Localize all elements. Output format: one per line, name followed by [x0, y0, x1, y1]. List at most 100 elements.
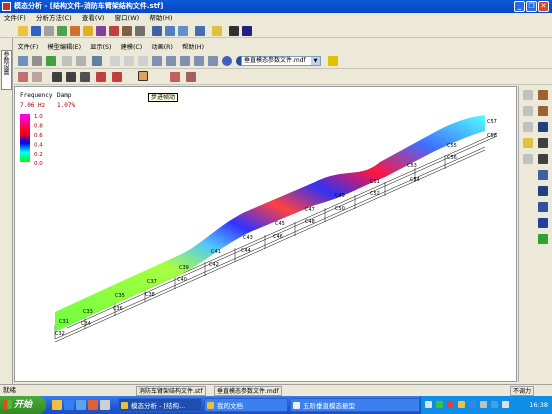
quicklaunch-app-icon[interactable]	[100, 400, 110, 410]
structure-icon[interactable]	[57, 26, 67, 36]
chart-icon[interactable]	[83, 26, 93, 36]
tray-icon[interactable]	[480, 401, 487, 408]
parameter-settings-tab[interactable]: 参数设置	[1, 50, 12, 90]
mesh-icon[interactable]	[70, 26, 80, 36]
child-menu-file[interactable]: 文件(F)	[14, 43, 42, 53]
bar-chart-icon[interactable]	[109, 26, 119, 36]
menu-view[interactable]: 查看(V)	[78, 13, 109, 24]
mode-shape-icon[interactable]	[112, 72, 122, 82]
zoom-window-icon[interactable]	[208, 56, 218, 66]
cup-icon[interactable]	[122, 26, 132, 36]
plus-tool-icon[interactable]	[523, 106, 533, 116]
dimension-tool-icon[interactable]	[538, 218, 548, 228]
tray-icon[interactable]	[469, 401, 476, 408]
minimize-button[interactable]: _	[514, 1, 525, 12]
zoom-out-icon[interactable]	[180, 56, 190, 66]
print-model-icon[interactable]	[32, 56, 42, 66]
node-tool-icon[interactable]	[538, 90, 548, 100]
close-button[interactable]: ✕	[538, 1, 549, 12]
start-button[interactable]: 开始	[0, 396, 46, 414]
chevron-down-icon[interactable]: ▼	[311, 57, 320, 65]
select-icon[interactable]	[46, 56, 56, 66]
rewind-icon[interactable]	[52, 72, 62, 82]
truss-tool-icon[interactable]	[538, 122, 548, 132]
deform-icon[interactable]	[170, 72, 180, 82]
save-icon[interactable]	[31, 26, 41, 36]
help-icon[interactable]	[242, 26, 252, 36]
paste-icon[interactable]	[138, 56, 148, 66]
restore-button[interactable]: ❐	[526, 1, 537, 12]
quicklaunch-explorer-icon[interactable]	[52, 400, 62, 410]
tray-icon[interactable]	[436, 401, 443, 408]
status-bar: 就绪 消防车臂架结构文件.stf 垂直模态参数文件.mdf 不调力	[0, 384, 552, 396]
support-tool-icon[interactable]	[538, 154, 548, 164]
cascade-icon[interactable]	[195, 26, 205, 36]
node-label: C54	[410, 177, 420, 183]
child-menu-animation[interactable]: 动画(R)	[148, 43, 177, 53]
title-bar[interactable]: 模态分析 - [结构文件-消防车臂架结构文件.stf] _ ❐ ✕	[0, 0, 552, 13]
quicklaunch-media-icon[interactable]	[88, 400, 98, 410]
properties-icon[interactable]	[328, 56, 338, 66]
modal-view-canvas[interactable]: Frequency Damp 7.06 Hz 1.07% 1.0 0.8 0.6…	[14, 86, 517, 382]
step-frame-icon[interactable]	[138, 71, 148, 81]
rotate-tool-icon[interactable]	[523, 138, 533, 148]
tile-vertical-icon[interactable]	[165, 26, 175, 36]
task-my-documents[interactable]: 我的文档	[204, 398, 288, 412]
grid-tool-icon[interactable]	[523, 154, 533, 164]
triangle-tool-icon[interactable]	[538, 234, 548, 244]
binoculars-icon[interactable]	[229, 26, 239, 36]
copy-icon[interactable]	[124, 56, 134, 66]
task-modal-analysis[interactable]: 模态分析 - [结构...	[118, 398, 202, 412]
load-tool-icon[interactable]	[538, 170, 548, 180]
menu-file[interactable]: 文件(F)	[0, 13, 30, 24]
undo-icon[interactable]	[152, 56, 162, 66]
tray-icon[interactable]	[425, 401, 432, 408]
arc-tool-icon[interactable]	[523, 122, 533, 132]
line-tool-icon[interactable]	[523, 90, 533, 100]
child-menu-help[interactable]: 帮助(H)	[179, 43, 208, 53]
animation-settings-icon[interactable]	[18, 72, 28, 82]
list-icon[interactable]	[135, 26, 145, 36]
menu-window[interactable]: 窗口(W)	[111, 13, 144, 24]
play-icon[interactable]	[66, 72, 76, 82]
quicklaunch-ie-icon[interactable]	[64, 400, 74, 410]
animation-options-icon[interactable]	[32, 72, 42, 82]
zoom-fit-icon[interactable]	[194, 56, 204, 66]
child-menu-display[interactable]: 显示(S)	[87, 43, 115, 53]
axis-icon[interactable]	[92, 56, 102, 66]
mode-file-dropdown[interactable]: 垂直模态参数文件.mdf ▼	[241, 56, 321, 66]
rotate-icon[interactable]	[222, 56, 232, 66]
print-icon[interactable]	[44, 26, 54, 36]
menu-help[interactable]: 帮助(H)	[145, 13, 176, 24]
modal-icon[interactable]	[96, 26, 106, 36]
menu-analysis[interactable]: 分析方法(C)	[32, 13, 76, 24]
right-toolbar	[518, 86, 552, 382]
bulb-icon[interactable]	[212, 26, 222, 36]
tray-icon[interactable]	[447, 401, 454, 408]
constraint-tool-icon[interactable]	[538, 202, 548, 212]
beam-tool-icon[interactable]	[538, 106, 548, 116]
undeform-icon[interactable]	[186, 72, 196, 82]
mesh-tool-icon[interactable]	[538, 186, 548, 196]
network-icon[interactable]	[491, 401, 498, 408]
task-fifth-mode[interactable]: 五阶垂直模态振型	[290, 398, 420, 412]
frame-tool-icon[interactable]	[538, 138, 548, 148]
stop-icon[interactable]	[96, 72, 106, 82]
child-menu-model-edit[interactable]: 模型编辑(E)	[44, 43, 85, 53]
window-icon[interactable]	[152, 26, 162, 36]
save-model-icon[interactable]	[18, 56, 28, 66]
status-mode-file: 垂直模态参数文件.mdf	[214, 386, 282, 396]
open-icon[interactable]	[18, 26, 28, 36]
pointer-icon[interactable]	[62, 56, 72, 66]
tray-icon[interactable]	[458, 401, 465, 408]
volume-icon[interactable]	[502, 401, 509, 408]
move-icon[interactable]	[76, 56, 86, 66]
cut-icon[interactable]	[110, 56, 120, 66]
quicklaunch-desktop-icon[interactable]	[76, 400, 86, 410]
legend-damp-header: Damp	[57, 92, 72, 99]
child-menu-modeling[interactable]: 建模(C)	[117, 43, 146, 53]
fast-forward-icon[interactable]	[80, 72, 90, 82]
taskbar: 开始 模态分析 - [结构... 我的文档 五阶垂直模态振型 16:38	[0, 396, 552, 414]
tile-horizontal-icon[interactable]	[178, 26, 188, 36]
zoom-in-icon[interactable]	[166, 56, 176, 66]
